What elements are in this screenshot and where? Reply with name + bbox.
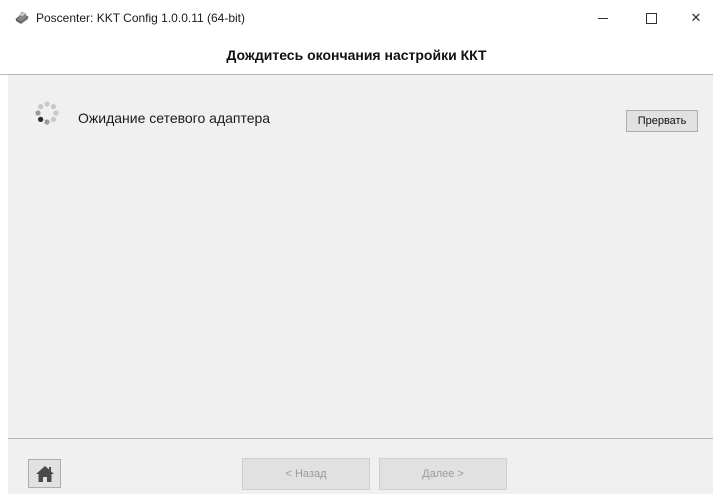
abort-button[interactable]: Прервать	[626, 110, 698, 132]
maximize-button[interactable]	[629, 0, 673, 36]
window-title: Poscenter: KKT Config 1.0.0.11 (64-bit)	[36, 11, 245, 25]
next-button[interactable]: Далее >	[379, 458, 507, 490]
spinner-dot	[53, 110, 59, 116]
app-window: Poscenter: KKT Config 1.0.0.11 (64-bit) …	[0, 0, 713, 494]
page-header: Дождитесь окончания настройки ККТ	[0, 36, 713, 75]
minimize-button[interactable]	[581, 0, 625, 36]
title-bar[interactable]: Poscenter: KKT Config 1.0.0.11 (64-bit) …	[0, 0, 713, 36]
close-icon: ✕	[690, 10, 702, 26]
maximize-icon	[645, 12, 657, 24]
home-icon	[35, 465, 54, 482]
spinner-dot	[50, 104, 56, 110]
spinner-dot	[44, 119, 50, 125]
back-button[interactable]: < Назад	[242, 458, 370, 490]
spinner-dot	[35, 110, 41, 116]
page-title: Дождитесь окончания настройки ККТ	[226, 47, 487, 63]
spinner-dot	[38, 104, 44, 110]
printer-icon	[15, 11, 29, 24]
loading-spinner-icon	[35, 101, 59, 125]
status-message: Ожидание сетевого адаптера	[78, 110, 271, 126]
content-area: Ожидание сетевого адаптера Прервать	[8, 75, 713, 438]
minimize-icon	[598, 17, 608, 19]
spinner-dot	[38, 116, 44, 122]
spinner-dot	[44, 101, 50, 107]
spinner-dot	[50, 116, 56, 122]
close-button[interactable]: ✕	[674, 0, 713, 36]
footer-bar: < Назад Далее >	[8, 438, 713, 494]
home-button[interactable]	[28, 459, 61, 488]
